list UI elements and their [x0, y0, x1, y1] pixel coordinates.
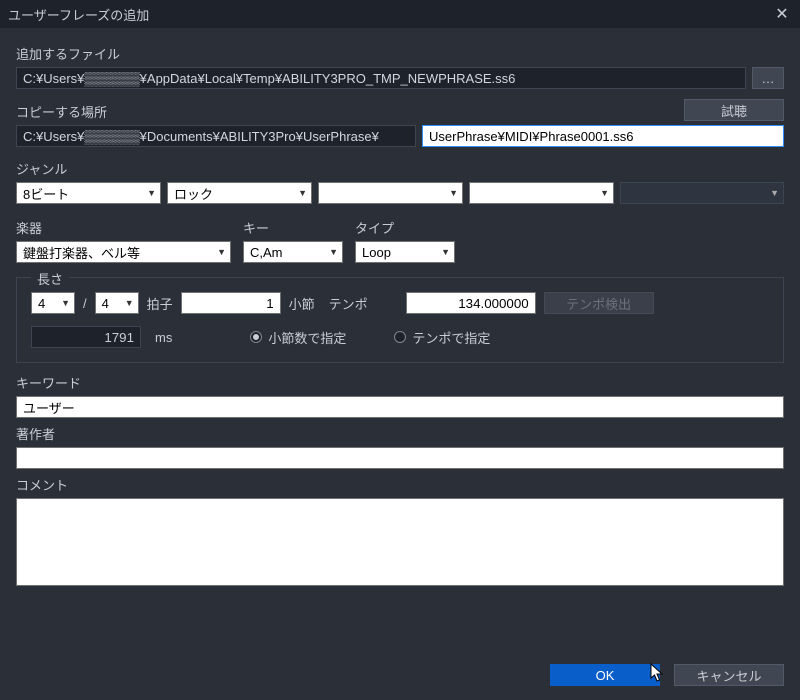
- radio-icon: [394, 331, 406, 343]
- chevron-down-icon: ▼: [125, 298, 134, 308]
- length-legend: 長さ: [31, 269, 69, 288]
- genre-select-1-value: ロック: [174, 184, 213, 203]
- beats2-select[interactable]: 4 ▼: [95, 292, 139, 314]
- instrument-value: 鍵盤打楽器、ベル等: [23, 243, 140, 262]
- window-title: ユーザーフレーズの追加: [8, 5, 149, 24]
- chevron-down-icon: ▼: [770, 188, 779, 198]
- genre-select-1[interactable]: ロック ▼: [167, 182, 312, 204]
- comment-label: コメント: [16, 475, 784, 494]
- keyword-label: キーワード: [16, 373, 784, 392]
- genre-label: ジャンル: [16, 159, 784, 178]
- radio-by-bars[interactable]: 小節数で指定: [250, 328, 346, 347]
- length-fieldset: 長さ 4 ▼ / 4 ▼ 拍子 小節 テンポ テンポ検出 ms 小節数で指: [16, 277, 784, 363]
- genre-select-4[interactable]: ▼: [620, 182, 784, 204]
- ms-input[interactable]: [31, 326, 141, 348]
- ok-button[interactable]: OK: [550, 664, 660, 686]
- tempo-label: テンポ: [329, 294, 368, 313]
- tempo-input[interactable]: [406, 292, 536, 314]
- key-label: キー: [243, 218, 343, 237]
- chevron-down-icon: ▼: [329, 247, 338, 257]
- author-input[interactable]: [16, 447, 784, 469]
- browse-button[interactable]: …: [752, 67, 784, 89]
- radio-icon: [250, 331, 262, 343]
- key-value: C,Am: [250, 245, 283, 260]
- instrument-select[interactable]: 鍵盤打楽器、ベル等 ▼: [16, 241, 231, 263]
- genre-select-0[interactable]: 8ビート ▼: [16, 182, 161, 204]
- audition-button[interactable]: 試聴: [684, 99, 784, 121]
- close-icon[interactable]: ✕: [772, 4, 792, 24]
- author-label: 著作者: [16, 424, 784, 443]
- file-add-path: C:¥Users¥▒▒▒▒▒▒¥AppData¥Local¥Temp¥ABILI…: [16, 67, 746, 89]
- key-select[interactable]: C,Am ▼: [243, 241, 343, 263]
- genre-select-2[interactable]: ▼: [318, 182, 463, 204]
- title-bar: ユーザーフレーズの追加 ✕: [0, 0, 800, 28]
- chevron-down-icon: ▼: [441, 247, 450, 257]
- bars-input[interactable]: [181, 292, 281, 314]
- comment-textarea[interactable]: [16, 498, 784, 586]
- chevron-down-icon: ▼: [61, 298, 70, 308]
- chevron-down-icon: ▼: [147, 188, 156, 198]
- beats2-value: 4: [102, 296, 109, 311]
- copy-to-label: コピーする場所: [16, 102, 107, 121]
- file-add-label: 追加するファイル: [16, 44, 784, 63]
- genre-select-3[interactable]: ▼: [469, 182, 614, 204]
- copy-rel-path-input[interactable]: [422, 125, 784, 147]
- keyword-input[interactable]: [16, 396, 784, 418]
- type-select[interactable]: Loop ▼: [355, 241, 455, 263]
- radio-by-bars-label: 小節数で指定: [268, 328, 346, 347]
- ms-unit-label: ms: [155, 330, 172, 345]
- copy-base-path: C:¥Users¥▒▒▒▒▒▒¥Documents¥ABILITY3Pro¥Us…: [16, 125, 416, 147]
- beats1-select[interactable]: 4 ▼: [31, 292, 75, 314]
- bar-unit-label: 小節: [289, 294, 315, 313]
- radio-by-tempo-label: テンポで指定: [412, 328, 490, 347]
- chevron-down-icon: ▼: [298, 188, 307, 198]
- chevron-down-icon: ▼: [449, 188, 458, 198]
- slash-label: /: [83, 296, 87, 311]
- type-label: タイプ: [355, 218, 455, 237]
- type-value: Loop: [362, 245, 391, 260]
- tempo-detect-button: テンポ検出: [544, 292, 654, 314]
- chevron-down-icon: ▼: [600, 188, 609, 198]
- cancel-button[interactable]: キャンセル: [674, 664, 784, 686]
- radio-by-tempo[interactable]: テンポで指定: [394, 328, 490, 347]
- genre-select-0-value: 8ビート: [23, 184, 69, 203]
- beat-unit-label: 拍子: [147, 294, 173, 313]
- beats1-value: 4: [38, 296, 45, 311]
- chevron-down-icon: ▼: [217, 247, 226, 257]
- instrument-label: 楽器: [16, 218, 231, 237]
